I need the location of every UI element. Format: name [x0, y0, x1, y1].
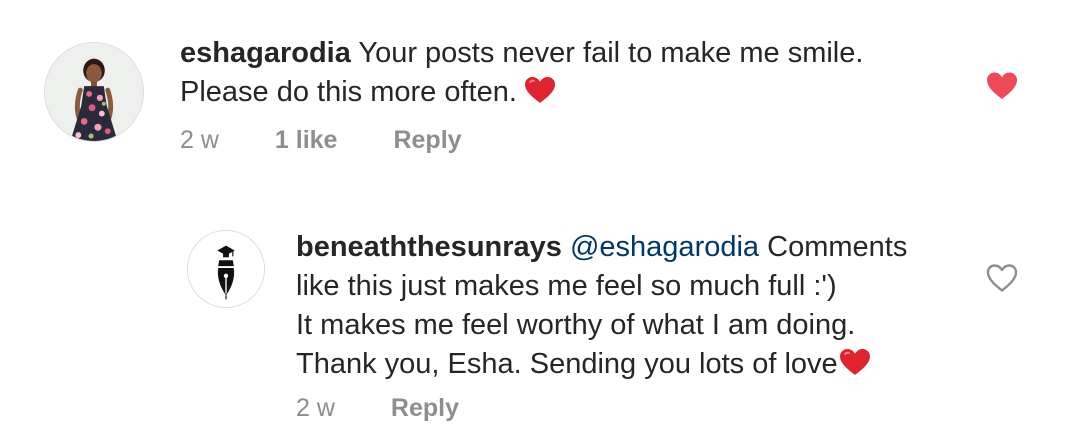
user-photo-avatar-icon [45, 43, 143, 141]
comment-body-line-2: Please do this more often. [180, 76, 517, 108]
avatar[interactable] [187, 230, 265, 308]
red-heart-emoji-icon [838, 347, 872, 377]
mention-link[interactable]: @eshagarodia [570, 231, 759, 263]
reply-meta-row: 2 w Reply [296, 392, 515, 424]
comments-screen: eshagarodia Your posts never fail to mak… [0, 0, 1080, 447]
heart-outline-icon[interactable] [985, 262, 1019, 294]
comment-text: eshagarodia Your posts never fail to mak… [180, 34, 960, 112]
avatar[interactable] [44, 42, 144, 142]
comment-body-line-1: Your posts never fail to make me smile. [358, 37, 864, 69]
reply-body-start: Comments [767, 231, 908, 263]
comment-username[interactable]: eshagarodia [180, 37, 351, 69]
reply-button[interactable]: Reply [393, 126, 461, 155]
comment-timestamp: 2 w [180, 125, 219, 154]
comment-meta-row: 2 w 1 like Reply [180, 124, 518, 156]
reply-username[interactable]: beneaththesunrays [296, 231, 562, 263]
fountain-pen-nib-logo-icon [188, 231, 264, 307]
comment-item: eshagarodia Your posts never fail to mak… [0, 0, 1080, 180]
heart-filled-icon[interactable] [985, 70, 1019, 102]
reply-body-line-4: Thank you, Esha. Sending you lots of lov… [296, 348, 838, 380]
comment-likes-count[interactable]: 1 like [275, 126, 338, 155]
reply-body-line-2: like this just makes me feel so much ful… [296, 270, 837, 302]
red-heart-emoji-icon [523, 75, 557, 105]
reply-timestamp: 2 w [296, 393, 335, 422]
reply-body-line-3: It makes me feel worthy of what I am doi… [296, 309, 856, 341]
reply-button[interactable]: Reply [391, 394, 459, 423]
reply-text: beneaththesunrays @eshagarodia Comments … [296, 228, 956, 384]
